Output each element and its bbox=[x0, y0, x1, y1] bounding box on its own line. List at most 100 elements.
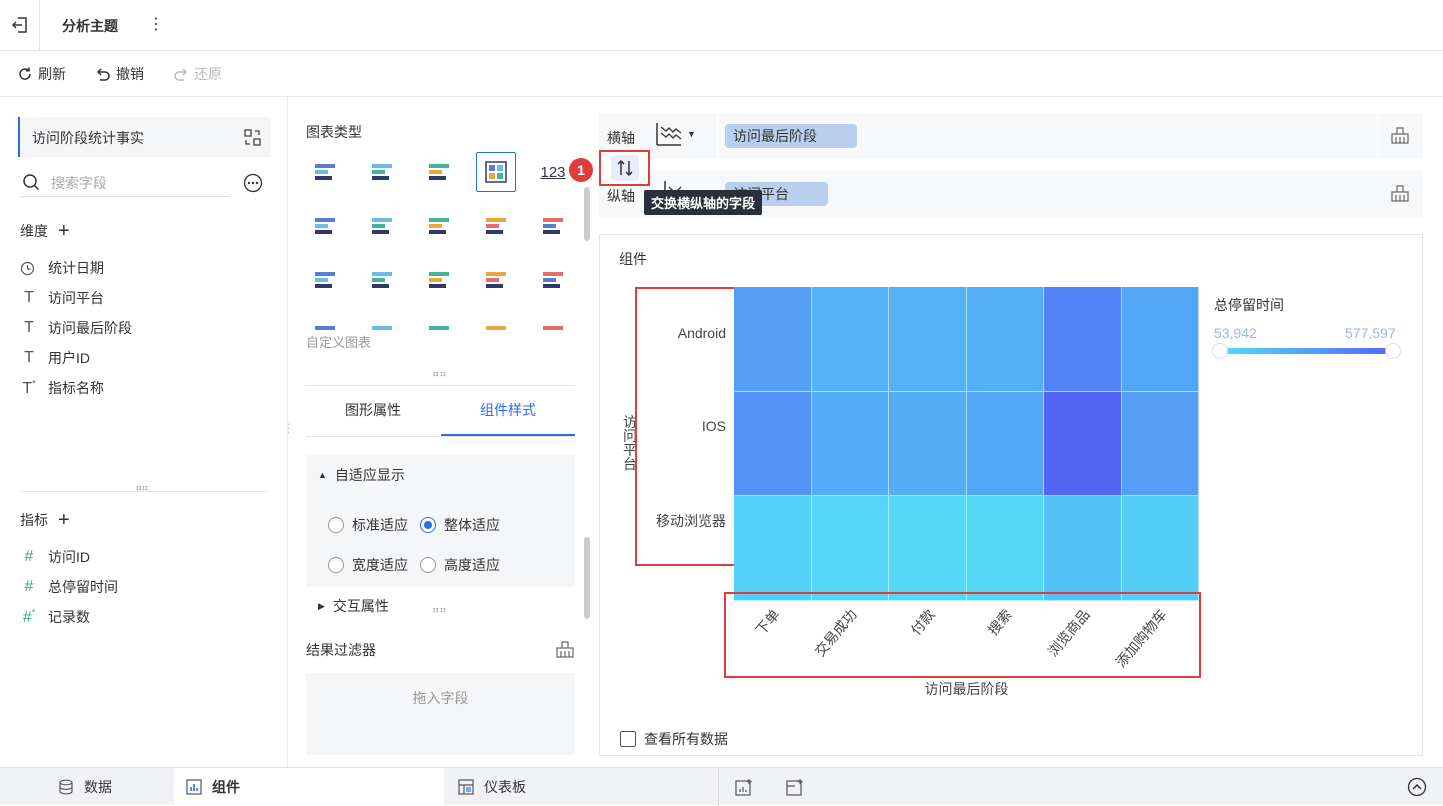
undo-button[interactable]: 撤销 bbox=[95, 64, 144, 84]
heatmap-cell[interactable] bbox=[734, 287, 812, 392]
tab-graph-properties[interactable]: 图形属性 bbox=[306, 386, 440, 436]
heatmap-cell[interactable] bbox=[811, 496, 889, 601]
exit-button[interactable] bbox=[0, 0, 40, 50]
switch-dataset-icon[interactable] bbox=[244, 129, 261, 146]
radio-height[interactable]: 高度适应 bbox=[420, 555, 500, 575]
cross-table-icon[interactable] bbox=[362, 152, 402, 192]
measure-field[interactable]: #* 记录数 bbox=[20, 602, 118, 632]
bubble-icon[interactable] bbox=[533, 314, 573, 332]
stacked-bar-icon[interactable] bbox=[305, 206, 345, 246]
tab-component-style[interactable]: 组件样式 bbox=[441, 386, 575, 436]
legend-title: 总停留时间 bbox=[1214, 297, 1284, 313]
radio-width[interactable]: 宽度适应 bbox=[328, 555, 408, 575]
area-icon[interactable] bbox=[476, 260, 516, 300]
tab-dashboard[interactable]: 仪表板 bbox=[458, 768, 526, 806]
view-all-checkbox[interactable]: 查看所有数据 bbox=[620, 729, 728, 749]
table-icon[interactable] bbox=[305, 152, 345, 192]
more-options-icon[interactable] bbox=[243, 173, 263, 193]
scatter-icon[interactable] bbox=[476, 314, 516, 332]
polygon-icon[interactable] bbox=[419, 260, 459, 300]
rose-pie-icon[interactable] bbox=[362, 314, 402, 332]
dimensions-title: 维度 bbox=[20, 223, 48, 239]
search-input[interactable]: 搜索字段 bbox=[51, 173, 107, 193]
legend-min-handle[interactable] bbox=[1212, 343, 1228, 359]
heatmap-cell[interactable] bbox=[889, 287, 967, 392]
resize-handle[interactable]: ⠶⠶ bbox=[135, 483, 149, 494]
custom-chart-link[interactable]: 自定义图表 bbox=[306, 332, 371, 351]
heatmap-cell[interactable] bbox=[1121, 496, 1199, 601]
heatmap-cell[interactable] bbox=[1121, 391, 1199, 497]
detail-table-icon[interactable] bbox=[419, 152, 459, 192]
style-scrollbar[interactable] bbox=[584, 537, 590, 619]
radar-line-icon[interactable] bbox=[362, 260, 402, 300]
heatmap-cell[interactable] bbox=[734, 496, 812, 601]
measure-field[interactable]: # 访问ID bbox=[20, 542, 118, 572]
swap-axes-button[interactable] bbox=[599, 150, 650, 186]
field-search[interactable]: 搜索字段 bbox=[20, 169, 230, 197]
heatmap-cell[interactable] bbox=[889, 496, 967, 601]
semi-pie-icon[interactable] bbox=[305, 314, 345, 332]
radio-overall[interactable]: 整体适应 bbox=[420, 515, 500, 535]
filter-settings-icon[interactable] bbox=[555, 640, 575, 658]
gauge-icon[interactable] bbox=[533, 260, 573, 300]
heatmap-cell[interactable] bbox=[811, 391, 889, 497]
dimension-field-label: 用户ID bbox=[48, 350, 90, 366]
horizontal-bar-icon[interactable] bbox=[476, 206, 516, 246]
resize-handle[interactable]: ⠶⠶ bbox=[432, 605, 447, 616]
heatmap-cell[interactable] bbox=[1044, 496, 1122, 601]
add-dashboard-icon[interactable] bbox=[786, 778, 804, 796]
heatmap-cell[interactable] bbox=[1044, 287, 1122, 392]
bar-icon[interactable] bbox=[419, 206, 459, 246]
redo-button[interactable]: 还原 bbox=[173, 64, 222, 84]
dimension-field[interactable]: T 访问平台 bbox=[20, 283, 132, 313]
dataset-selector[interactable]: 访问阶段统计事实 bbox=[18, 117, 271, 157]
dimension-field[interactable]: 统计日期 bbox=[20, 253, 132, 283]
heatmap-cell[interactable] bbox=[889, 391, 967, 497]
dimension-field[interactable]: T 访问最后阶段 bbox=[20, 313, 132, 343]
wave-line-icon[interactable] bbox=[305, 260, 345, 300]
add-measure-icon[interactable]: + bbox=[58, 510, 70, 530]
chart-grid-scrollbar[interactable] bbox=[584, 187, 590, 241]
legend-max-handle[interactable] bbox=[1385, 343, 1401, 359]
y-axis-label: 纵轴 bbox=[607, 188, 635, 204]
dimension-field-label: 访问最后阶段 bbox=[48, 320, 132, 336]
refresh-button[interactable]: 刷新 bbox=[17, 64, 66, 84]
heatmap-cell[interactable] bbox=[734, 391, 812, 497]
heatmap-cell[interactable] bbox=[811, 287, 889, 392]
heatmap-cell[interactable] bbox=[966, 391, 1044, 497]
resize-handle[interactable]: ⠶⠶ bbox=[432, 369, 447, 380]
dimension-field[interactable]: T* 指标名称 bbox=[20, 373, 132, 403]
adaptive-header[interactable]: ▲ 自适应显示 bbox=[318, 465, 405, 485]
heatmap-cell[interactable] bbox=[966, 287, 1044, 392]
heatmap-cell[interactable] bbox=[1121, 287, 1199, 392]
y-axis-settings-icon[interactable] bbox=[1390, 184, 1410, 202]
x-field-pill[interactable]: 访问最后阶段 bbox=[725, 124, 857, 148]
tab-component[interactable]: 组件 bbox=[174, 768, 444, 806]
collapse-up-icon[interactable] bbox=[1407, 777, 1427, 797]
collapse-caret-icon: ▲ bbox=[318, 470, 327, 480]
x-axis-chart-type[interactable]: ▼ bbox=[653, 121, 696, 147]
number-card-icon[interactable]: 123 bbox=[533, 152, 573, 192]
sunburst-icon[interactable] bbox=[419, 314, 459, 332]
radio-standard[interactable]: 标准适应 bbox=[328, 515, 408, 535]
x-axis-settings-icon[interactable] bbox=[1390, 126, 1410, 144]
waterfall-icon[interactable] bbox=[533, 206, 573, 246]
heatmap-cell[interactable] bbox=[1044, 391, 1122, 497]
tab-data[interactable]: 数据 bbox=[58, 768, 112, 806]
multi-bar-icon[interactable] bbox=[362, 206, 402, 246]
heatmap-icon[interactable] bbox=[476, 152, 516, 192]
heatmap-plot bbox=[734, 287, 1199, 601]
measure-field[interactable]: # 总停留时间 bbox=[20, 572, 118, 602]
dimension-field[interactable]: T 用户ID bbox=[20, 343, 132, 373]
dimension-field-label: 访问平台 bbox=[48, 290, 104, 306]
add-dimension-icon[interactable]: + bbox=[58, 221, 70, 241]
database-icon bbox=[59, 779, 73, 795]
add-component-icon[interactable] bbox=[735, 778, 753, 796]
more-menu-icon[interactable]: ⋮ bbox=[148, 14, 164, 34]
filter-drop-zone[interactable]: 拖入字段 bbox=[306, 673, 575, 755]
dashboard-icon bbox=[458, 779, 474, 795]
heatmap-cell[interactable] bbox=[966, 496, 1044, 601]
legend-max: 577,597 bbox=[1345, 325, 1396, 341]
text-type-icon: T bbox=[24, 289, 34, 306]
y-axis-highlight bbox=[635, 287, 736, 566]
